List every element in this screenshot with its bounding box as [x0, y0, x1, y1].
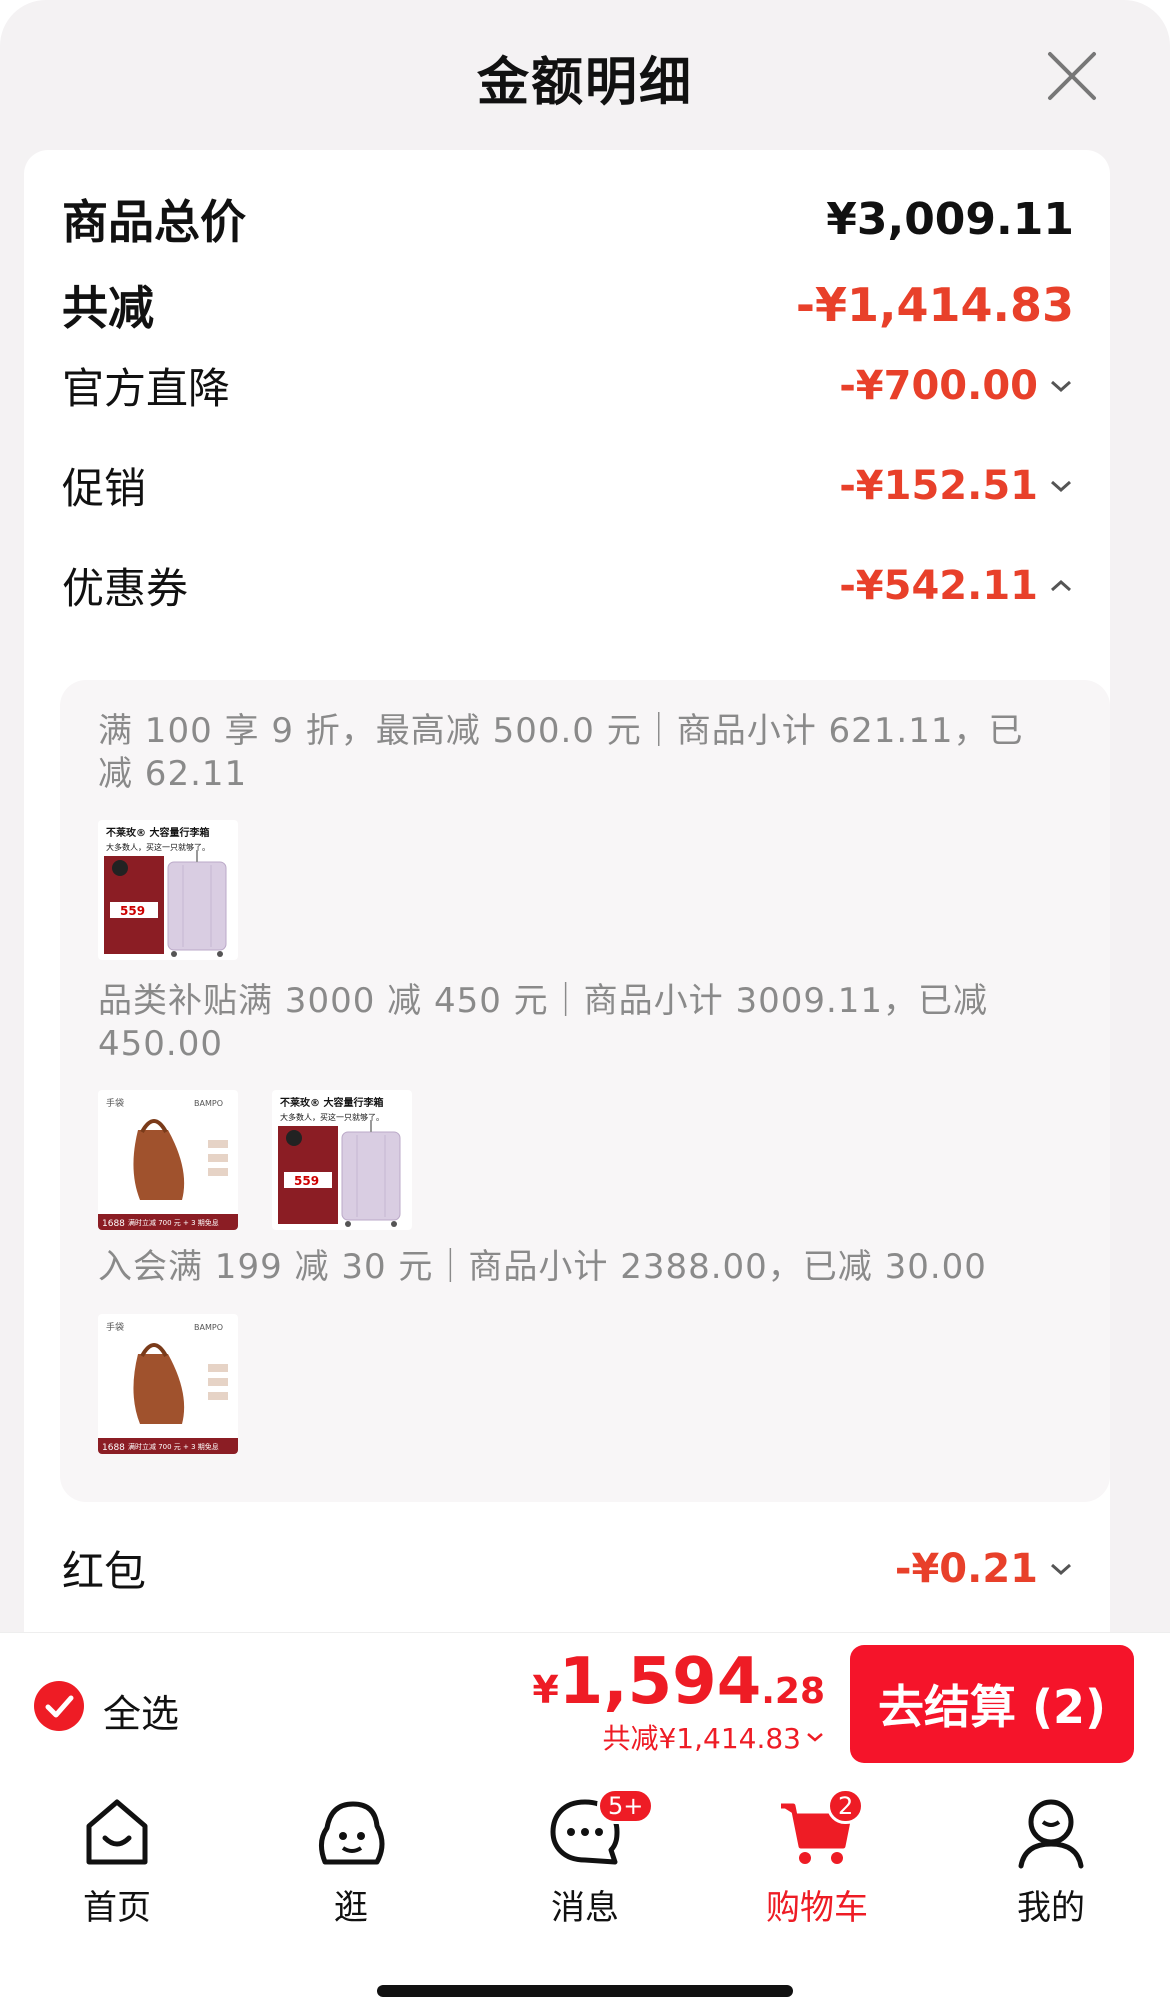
- thumb-brand: 手袋: [106, 1321, 124, 1333]
- profile-icon: [1018, 1799, 1084, 1869]
- thumb-title: 不莱玫® 大容量行李箱: [106, 826, 209, 839]
- tab-cart[interactable]: 2 购物车: [742, 1788, 892, 1929]
- tab-home[interactable]: 首页: [42, 1792, 192, 1929]
- tab-label: 消息: [551, 1888, 619, 1928]
- price-amount: ¥1,594.28: [532, 1645, 825, 1719]
- select-all-checkbox[interactable]: [34, 1681, 84, 1731]
- detail-value: -¥542.11: [839, 563, 1074, 609]
- detail-value: -¥700.00: [839, 363, 1074, 409]
- detail-amount: -¥0.21: [894, 1545, 1038, 1592]
- bottom-tab-bar: 首页 逛 5+ 消息 2 购物车 我的: [0, 1774, 1170, 1997]
- tab-profile[interactable]: 我的: [976, 1792, 1126, 1929]
- coupon-description: 满 100 享 9 折，最高减 500.0 元｜商品小计 621.11，已减 6…: [98, 711, 1024, 794]
- tab-label: 我的: [1017, 1888, 1085, 1928]
- close-icon: [1048, 52, 1096, 100]
- subtotal-row: 商品总价 ¥3,009.11: [62, 186, 1074, 252]
- total-reduction-value: -¥1,414.83: [795, 278, 1074, 332]
- chevron-down-icon: [1051, 480, 1071, 492]
- tab-label: 首页: [83, 1888, 151, 1928]
- checkmark-icon: [45, 1695, 74, 1718]
- detail-row-promotion[interactable]: 促销 -¥152.51: [62, 455, 1074, 516]
- detail-value: -¥152.51: [839, 463, 1074, 509]
- thumb-title: 不莱玫® 大容量行李箱: [280, 1096, 383, 1109]
- product-thumb-suitcase[interactable]: 不莱玫® 大容量行李箱 大多数人，买这一只就够了。 559: [98, 820, 238, 960]
- detail-row-official[interactable]: 官方直降 -¥700.00: [62, 355, 1074, 416]
- thumb-brand: BAMPO: [194, 1323, 223, 1332]
- subtotal-value: ¥3,009.11: [826, 193, 1074, 245]
- thumb-subtitle: 大多数人，买这一只就够了。: [106, 842, 210, 852]
- coupon-description: 入会满 199 减 30 元｜商品小计 2388.00，已减 30.00: [98, 1247, 987, 1287]
- chevron-down-icon: [807, 1733, 823, 1742]
- close-button[interactable]: [1044, 48, 1100, 104]
- saved-amount[interactable]: 共减¥1,414.83: [532, 1717, 825, 1757]
- tab-explore[interactable]: 逛: [276, 1792, 426, 1929]
- chevron-up-icon: [1051, 579, 1071, 591]
- thumb-promo: 满时立减 700 元 + 3 期免息: [128, 1442, 219, 1451]
- detail-label: 优惠券: [62, 564, 189, 613]
- explore-icon: [319, 1801, 385, 1865]
- message-badge: 5+: [597, 1788, 655, 1824]
- thumb-price: 1688: [102, 1219, 125, 1229]
- checkout-button[interactable]: 去结算 (2): [850, 1645, 1134, 1763]
- price-integer: 1,594: [558, 1645, 762, 1719]
- detail-amount: -¥542.11: [839, 562, 1038, 609]
- detail-label: 红包: [62, 1547, 147, 1596]
- thumb-price: 559: [294, 1174, 319, 1188]
- total-price: ¥1,594.28 共减¥1,414.83: [532, 1645, 825, 1757]
- thumb-promo: 满时立减 700 元 + 3 期免息: [128, 1218, 219, 1227]
- checkout-bar: 全选 ¥1,594.28 共减¥1,414.83 去结算 (2): [0, 1632, 1170, 1774]
- thumb-price: 559: [120, 904, 145, 918]
- coupon-description: 品类补贴满 3000 减 450 元｜商品小计 3009.11，已减 450.0…: [98, 981, 989, 1064]
- product-thumb-bag[interactable]: 手袋 BAMPO 1688 满时立减 700 元 + 3 期免息: [98, 1090, 238, 1230]
- detail-row-red-packet[interactable]: 红包 -¥0.21: [62, 1538, 1074, 1599]
- thumb-brand: 手袋: [106, 1097, 124, 1109]
- price-decimal: .28: [761, 1671, 825, 1712]
- sheet-title: 金额明细: [476, 53, 693, 113]
- detail-value: -¥0.21: [895, 1546, 1074, 1592]
- subtotal-label: 商品总价: [62, 195, 246, 249]
- cart-badge: 2: [827, 1788, 865, 1824]
- home-indicator[interactable]: [377, 1985, 793, 1997]
- product-thumb-bag[interactable]: 手袋 BAMPO 1688 满时立减 700 元 + 3 期免息: [98, 1314, 238, 1454]
- detail-label: 促销: [62, 464, 147, 513]
- chevron-down-icon: [1051, 1563, 1071, 1575]
- thumb-brand: BAMPO: [194, 1099, 223, 1108]
- coupon-breakdown: 满 100 享 9 折，最高减 500.0 元｜商品小计 621.11，已减 6…: [60, 680, 1110, 1502]
- select-all-label[interactable]: 全选: [103, 1683, 179, 1738]
- total-reduction-row: 共减 -¥1,414.83: [62, 272, 1074, 338]
- saved-text: 共减¥1,414.83: [602, 1722, 801, 1755]
- product-thumb-suitcase[interactable]: 不莱玫® 大容量行李箱 大多数人，买这一只就够了。 559: [272, 1090, 412, 1230]
- thumb-subtitle: 大多数人，买这一只就够了。: [280, 1112, 384, 1122]
- detail-amount: -¥700.00: [839, 362, 1038, 409]
- total-reduction-label: 共减: [62, 281, 154, 335]
- tab-label: 购物车: [766, 1888, 868, 1928]
- detail-row-coupon[interactable]: 优惠券 -¥542.11: [62, 555, 1074, 616]
- chevron-down-icon: [1051, 380, 1071, 392]
- tab-label: 逛: [334, 1888, 368, 1928]
- home-icon: [86, 1799, 148, 1865]
- detail-label: 官方直降: [62, 364, 231, 413]
- price-currency: ¥: [532, 1668, 559, 1712]
- detail-amount: -¥152.51: [839, 462, 1038, 509]
- tab-messages[interactable]: 5+ 消息: [510, 1788, 660, 1929]
- thumb-price: 1688: [102, 1443, 125, 1453]
- amount-details-sheet: 金额明细 商品总价 ¥3,009.11 共减 -¥1,414.83 官方直降 -…: [0, 0, 1170, 1632]
